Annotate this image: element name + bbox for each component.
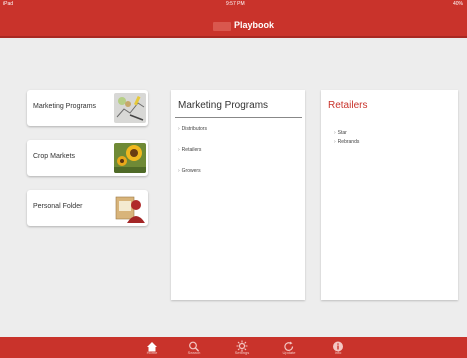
tab-search[interactable]: Search: [174, 337, 214, 358]
list-item-growers[interactable]: Growers: [178, 168, 207, 189]
tab-label: Info: [334, 350, 342, 355]
status-battery: 40%: [452, 1, 463, 7]
menu-item-personal-folder[interactable]: Personal Folder: [27, 190, 148, 226]
tab-label: Settings: [234, 350, 250, 355]
list-item-retailers[interactable]: Retailers: [178, 147, 207, 168]
tab-label: Home: [146, 350, 158, 355]
menu-item-label: Personal Folder: [33, 203, 83, 210]
page-title: Playbook: [234, 20, 275, 30]
status-bar: iPad 9:57 PM 40%: [0, 0, 467, 9]
tab-label: Update: [282, 350, 296, 355]
list-item-star[interactable]: Star: [334, 130, 359, 139]
menu-item-crop-markets[interactable]: Crop Markets: [27, 140, 148, 176]
divider: [175, 117, 302, 118]
marketing-programs-panel: Marketing Programs Distributors Retailer…: [171, 90, 305, 300]
folder-person-icon: [114, 193, 146, 223]
nav-bar: Playbook: [0, 9, 467, 38]
program-list: Distributors Retailers Growers: [178, 126, 207, 189]
tab-label: Search: [187, 350, 201, 355]
tab-update[interactable]: Update: [269, 337, 309, 358]
home-icon: [132, 337, 172, 352]
search-icon: [174, 337, 214, 352]
panel-title: Retailers: [328, 100, 368, 111]
retailer-list: Star Rebrands: [334, 130, 360, 148]
tab-info[interactable]: Info: [318, 337, 358, 358]
gear-icon: [222, 337, 262, 352]
tab-bar: Home Search Settings Update Info: [0, 337, 467, 358]
refresh-icon: [269, 337, 309, 351]
logo-icon: [213, 22, 231, 31]
status-carrier: iPad: [3, 1, 14, 7]
panel-title: Marketing Programs: [178, 100, 269, 111]
tab-settings[interactable]: Settings: [222, 337, 262, 358]
list-item-distributors[interactable]: Distributors: [178, 126, 207, 147]
marketing-icon: [114, 93, 146, 123]
menu-item-label: Crop Markets: [33, 153, 76, 160]
list-item-rebrands[interactable]: Rebrands: [334, 139, 360, 148]
menu-item-marketing-programs[interactable]: Marketing Programs: [27, 90, 148, 126]
retailers-panel: Retailers Star Rebrands: [321, 90, 458, 300]
menu-item-label: Marketing Programs: [33, 103, 97, 110]
sunflower-icon: [114, 143, 146, 173]
tab-home[interactable]: Home: [132, 337, 172, 358]
info-icon: [318, 337, 358, 352]
status-time: 9:57 PM: [226, 1, 245, 7]
